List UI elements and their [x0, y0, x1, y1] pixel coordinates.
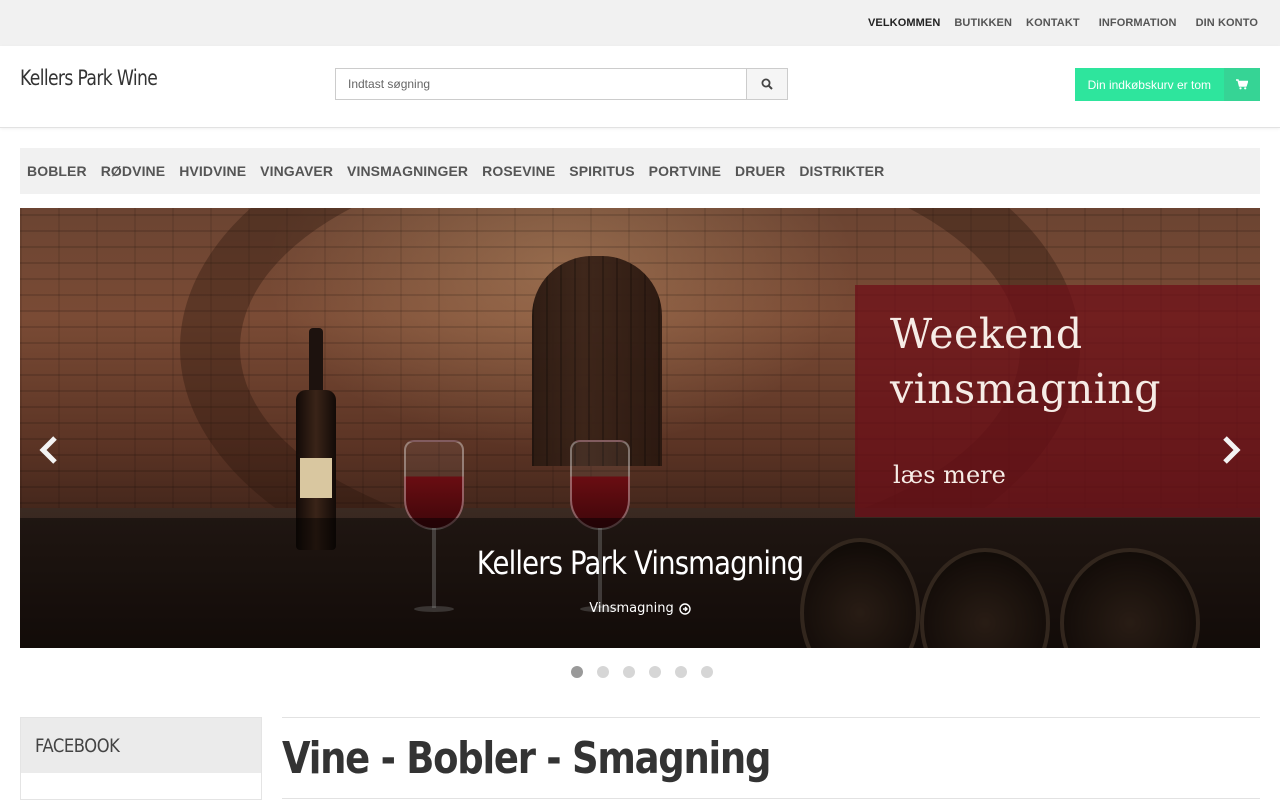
carousel-indicator[interactable] — [597, 666, 609, 678]
top-nav: VELKOMMEN BUTIKKEN KONTAKT INFORMATION D… — [854, 0, 1258, 46]
nav-vingaver[interactable]: VINGAVER — [260, 163, 333, 179]
content-divider — [282, 717, 1260, 718]
carousel-next-button[interactable] — [1216, 430, 1246, 470]
facebook-widget-heading: FACEBOOK — [21, 718, 261, 773]
nav-bobler[interactable]: BOBLER — [27, 163, 87, 179]
promo-overlay: Weekend vinsmagning læs mere — [855, 285, 1260, 517]
facebook-widget-title: FACEBOOK — [35, 734, 120, 757]
top-nav-velkommen[interactable]: VELKOMMEN — [868, 17, 940, 29]
arrow-circle-right-icon — [679, 602, 691, 615]
nav-rosevine[interactable]: ROSEVINE — [482, 163, 555, 179]
cart-icon-box — [1224, 68, 1260, 101]
cellar-door — [532, 256, 662, 466]
top-nav-butikken[interactable]: BUTIKKEN — [954, 17, 1012, 29]
carousel-indicator[interactable] — [649, 666, 661, 678]
top-nav-din-konto[interactable]: DIN KONTO — [1196, 17, 1258, 29]
facebook-widget: FACEBOOK — [20, 717, 262, 800]
slide-caption-link[interactable]: Vinsmagning — [20, 601, 1260, 616]
content-divider — [282, 798, 1260, 799]
nav-druer[interactable]: DRUER — [735, 163, 785, 179]
top-bar: VELKOMMEN BUTIKKEN KONTAKT INFORMATION D… — [0, 0, 1280, 46]
hero-carousel[interactable]: Weekend vinsmagning læs mere Kellers Par… — [20, 208, 1260, 648]
slide-caption-title: Kellers Park Vinsmagning — [476, 544, 804, 582]
promo-title: Weekend vinsmagning — [890, 310, 1161, 413]
caption-band — [20, 518, 1260, 648]
nav-hvidvine[interactable]: HVIDVINE — [179, 163, 246, 179]
chevron-right-icon — [1223, 436, 1241, 464]
nav-vinsmagninger[interactable]: VINSMAGNINGER — [347, 163, 468, 179]
cart-button[interactable]: Din indkøbskurv er tom — [1074, 68, 1260, 101]
carousel-indicator[interactable] — [571, 666, 583, 678]
top-nav-kontakt[interactable]: KONTAKT — [1026, 17, 1080, 29]
cart-label: Din indkøbskurv er tom — [1074, 68, 1224, 101]
carousel-indicator[interactable] — [675, 666, 687, 678]
page-title: Vine - Bobler - Smagning — [282, 733, 771, 784]
search-form — [335, 68, 788, 100]
slide-caption-link-label: Vinsmagning — [589, 601, 674, 616]
cart-icon — [1236, 79, 1248, 90]
nav-spiritus[interactable]: SPIRITUS — [569, 163, 634, 179]
carousel-prev-button[interactable] — [34, 430, 64, 470]
promo-read-more-link[interactable]: læs mere — [893, 461, 1006, 489]
search-icon — [761, 78, 773, 90]
nav-rodvine[interactable]: RØDVINE — [101, 163, 166, 179]
carousel-indicator[interactable] — [623, 666, 635, 678]
wine-bottle-image — [296, 328, 336, 550]
nav-distrikter[interactable]: DISTRIKTER — [799, 163, 884, 179]
search-button[interactable] — [746, 68, 788, 100]
nav-portvine[interactable]: PORTVINE — [649, 163, 721, 179]
chevron-left-icon — [39, 436, 57, 464]
search-input[interactable] — [335, 68, 746, 100]
site-header: Kellers Park Wine Din indkøbskurv er tom — [0, 46, 1280, 128]
top-nav-information[interactable]: INFORMATION — [1099, 17, 1177, 29]
category-nav: BOBLER RØDVINE HVIDVINE VINGAVER VINSMAG… — [20, 148, 1260, 194]
site-logo[interactable]: Kellers Park Wine — [20, 66, 158, 90]
carousel-indicator[interactable] — [701, 666, 713, 678]
carousel-indicators — [0, 666, 1280, 678]
